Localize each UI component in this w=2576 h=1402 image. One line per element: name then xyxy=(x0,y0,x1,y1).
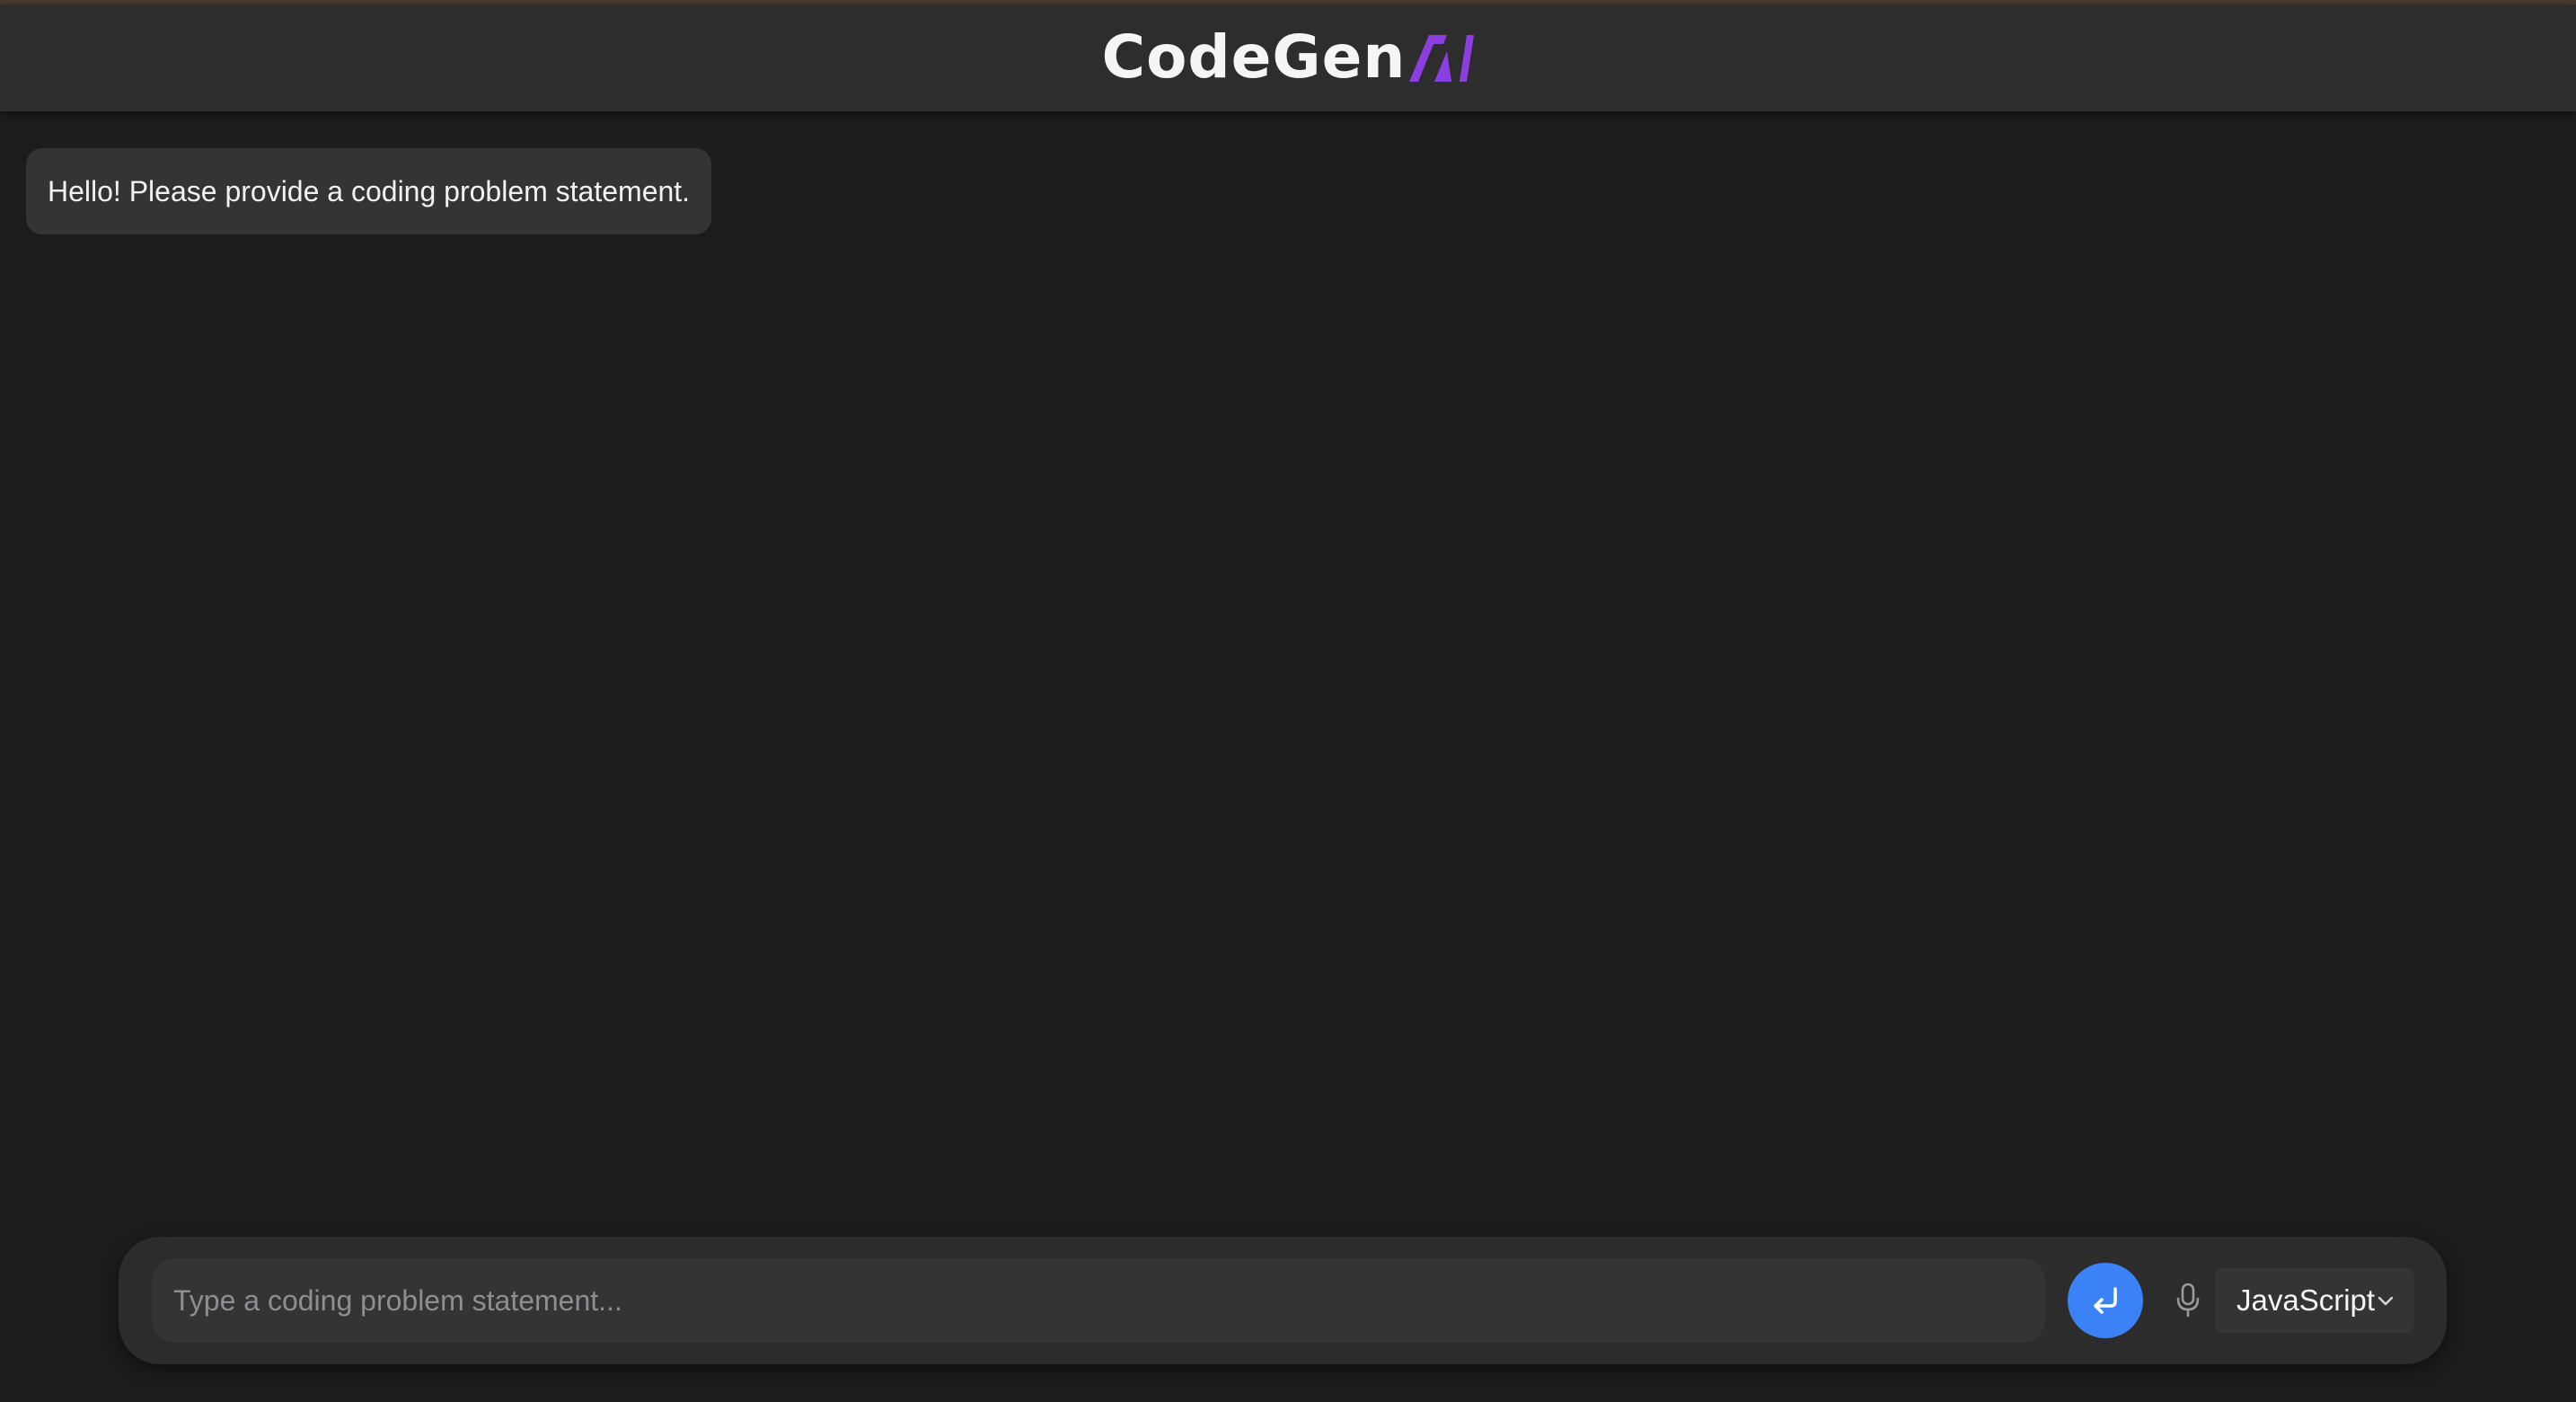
app-window: CodeGen Hello! Please provide a coding p… xyxy=(0,0,2576,1402)
logo-ai-mark xyxy=(1409,34,1475,82)
message-composer: JavaScript xyxy=(119,1237,2447,1364)
assistant-message-text: Hello! Please provide a coding problem s… xyxy=(48,174,691,207)
microphone-button[interactable] xyxy=(2163,1275,2213,1326)
chevron-down-icon xyxy=(2378,1296,2394,1306)
assistant-message-bubble: Hello! Please provide a coding problem s… xyxy=(26,148,712,234)
chat-area: Hello! Please provide a coding problem s… xyxy=(0,111,2576,1225)
send-button[interactable] xyxy=(2068,1263,2143,1338)
microphone-icon xyxy=(2176,1283,2200,1318)
language-select[interactable]: JavaScript xyxy=(2215,1268,2414,1333)
language-selected-label: JavaScript xyxy=(2236,1283,2376,1317)
enter-return-icon xyxy=(2094,1287,2117,1314)
logo[interactable]: CodeGen xyxy=(1102,22,1475,93)
logo-text: CodeGen xyxy=(1101,22,1407,92)
problem-statement-input[interactable] xyxy=(152,1258,2045,1343)
app-header: CodeGen xyxy=(0,4,2576,111)
